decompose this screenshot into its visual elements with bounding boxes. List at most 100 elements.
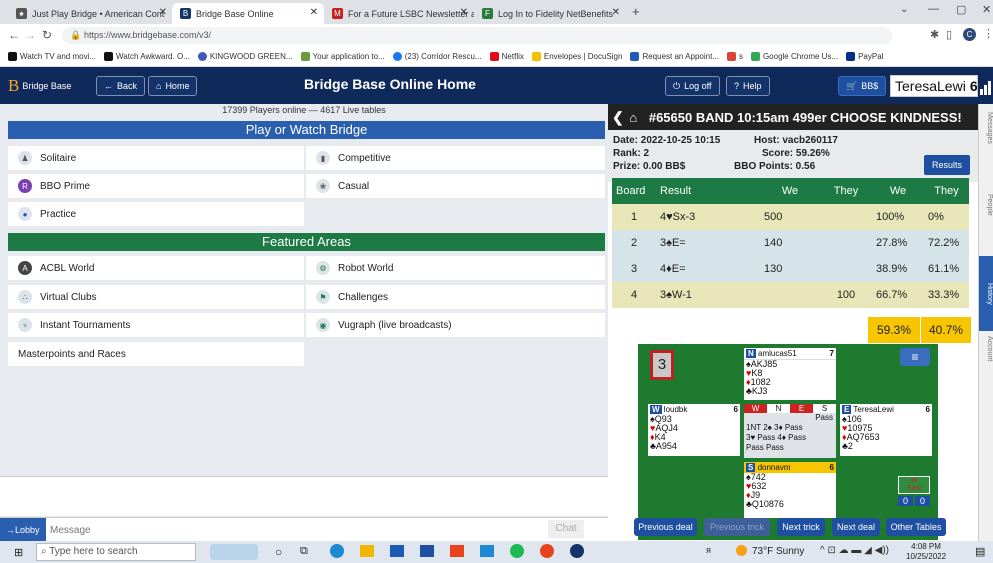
acbl-world-item[interactable]: A ACBL World	[8, 256, 304, 280]
people-tab[interactable]: People	[979, 194, 993, 254]
featured-section-header: Featured Areas	[8, 233, 605, 251]
widgets-image[interactable]	[210, 544, 258, 560]
virtual-clubs-item[interactable]: ∴ Virtual Clubs	[8, 285, 304, 309]
file-explorer-icon[interactable]	[360, 545, 374, 557]
search-icon: ⌕	[41, 546, 47, 557]
message-input[interactable]	[50, 521, 540, 539]
back-arrow-icon[interactable]: ←	[8, 28, 20, 42]
solitaire-item[interactable]: ♟ Solitaire	[8, 146, 304, 170]
reload-icon[interactable]: ↻	[42, 28, 52, 42]
store-icon[interactable]	[420, 545, 434, 557]
table-row-selected[interactable]: 3 4♦E= 130 38.9% 61.1%	[612, 256, 969, 282]
browser-tab-active[interactable]: B Bridge Base Online ✕	[172, 3, 324, 24]
new-tab-icon[interactable]: +	[632, 4, 640, 19]
bookmark[interactable]: KINGWOOD GREEN...	[197, 52, 293, 61]
account-tab[interactable]: Account	[979, 336, 993, 401]
home-button[interactable]: ⌂ Home	[148, 76, 198, 96]
history-tab[interactable]: History	[979, 256, 993, 331]
page-title: Bridge Base Online Home	[304, 76, 476, 92]
table-row[interactable]: 4 3♠W-1 100 66.7% 33.3%	[612, 282, 969, 308]
bbo-taskbar-icon[interactable]	[570, 544, 584, 558]
tournament-title: #65650 BAND 10:15am 499er CHOOSE KINDNES…	[648, 110, 962, 125]
browser-tab-bar: ♠ Just Play Bridge • American Cont ✕ B Br…	[0, 0, 993, 24]
close-tab-icon[interactable]: ✕	[460, 7, 468, 18]
masterpoints-item[interactable]: Masterpoints and Races	[8, 342, 304, 366]
next-deal-button[interactable]: Next deal	[832, 518, 880, 536]
message-bar: →Lobby Chat	[0, 517, 608, 542]
practice-icon: ●	[18, 207, 32, 221]
close-tab-icon[interactable]: ✕	[612, 7, 620, 18]
challenges-item[interactable]: ⚑ Challenges	[306, 285, 605, 309]
edge-icon[interactable]	[330, 544, 344, 558]
bidding-box: W N E S Pass 1NT 2♠ 3♦ Pass 3♥ Pass 4♦ P…	[744, 404, 836, 458]
clock[interactable]: 4:08 PM 10/25/2022	[906, 542, 946, 562]
close-window-icon[interactable]: ✕	[982, 3, 991, 16]
office-icon[interactable]	[450, 545, 464, 557]
previous-deal-button[interactable]: Previous deal	[634, 518, 697, 536]
vugraph-item[interactable]: ◉ Vugraph (live broadcasts)	[306, 313, 605, 337]
bookmark[interactable]: Watch Awkward. O...	[104, 52, 190, 61]
bbs-button[interactable]: 🛒 BB$	[838, 76, 887, 96]
competitive-item[interactable]: ▮ Competitive	[306, 146, 605, 170]
browser-tab[interactable]: ♠ Just Play Bridge • American Cont ✕	[8, 3, 173, 24]
forward-arrow-icon[interactable]: →	[24, 28, 36, 42]
previous-trick-button[interactable]: Previous trick	[704, 518, 770, 536]
robot-world-item[interactable]: ⚙ Robot World	[306, 256, 605, 280]
chrome-icon[interactable]	[540, 544, 554, 558]
bookmark[interactable]: PayPal	[846, 52, 883, 61]
extensions-icon[interactable]: ✱	[930, 28, 939, 41]
other-tables-button[interactable]: Other Tables	[886, 518, 946, 536]
sidepanel-icon[interactable]: ▯	[946, 28, 952, 41]
instant-tournaments-item[interactable]: ♆ Instant Tournaments	[8, 313, 304, 337]
bookmark[interactable]: Watch TV and movi...	[8, 52, 96, 61]
minimize-icon[interactable]: —	[928, 3, 939, 15]
people-icon[interactable]: ᴙ	[706, 545, 711, 555]
bookmark[interactable]: s	[726, 52, 743, 61]
messages-tab[interactable]: Messages	[979, 112, 993, 192]
tab-list-icon[interactable]: ⌄	[900, 4, 908, 15]
bbo-logo[interactable]: B Bridge Base	[8, 75, 88, 97]
spotify-icon[interactable]	[510, 544, 524, 558]
back-button[interactable]: ← Back	[96, 76, 146, 96]
bookmark[interactable]: Your application to...	[300, 52, 385, 61]
practice-item[interactable]: ● Practice	[8, 202, 304, 226]
close-tab-icon[interactable]: ✕	[310, 7, 318, 18]
bbo-prime-item[interactable]: R BBO Prime	[8, 174, 304, 198]
notifications-icon[interactable]: ▤	[975, 545, 985, 558]
url-input[interactable]: 🔒 https://www.bridgebase.com/v3/	[62, 27, 892, 44]
maximize-icon[interactable]: ▢	[956, 3, 966, 16]
tournament-panel: ❮ ⌂ #65650 BAND 10:15am 499er CHOOSE KIN…	[608, 104, 978, 541]
browser-tab[interactable]: M For a Future LSBC Newsletter and ✕	[324, 3, 474, 24]
cortana-icon[interactable]: ○	[275, 545, 282, 559]
bookmark[interactable]: (23) Corridor Rescu...	[392, 52, 482, 61]
profile-avatar[interactable]: C	[963, 28, 976, 41]
lobby-tab[interactable]: →Lobby	[0, 518, 46, 542]
help-button[interactable]: ? Help	[726, 76, 770, 96]
windows-start-icon[interactable]: ⊞	[14, 546, 23, 559]
bookmark[interactable]: Google Chrome Us...	[750, 52, 838, 61]
chat-button[interactable]: Chat	[548, 520, 584, 538]
menu-icon[interactable]: ≡	[900, 348, 930, 366]
bookmark[interactable]: Netflix	[489, 52, 524, 61]
bookmark[interactable]: Request an Appoint...	[630, 52, 719, 61]
tray-icons[interactable]: ^ ⊡ ☁ ▬ ◢ ◀))	[820, 545, 889, 556]
mail-icon[interactable]	[390, 545, 404, 557]
task-view-icon[interactable]: ⧉	[300, 545, 308, 558]
browser-tab[interactable]: F Log In to Fidelity NetBenefits ✕	[474, 3, 626, 24]
logoff-button[interactable]: ⏻ Log off	[665, 76, 720, 96]
bbo-icon: B	[180, 8, 191, 19]
taskbar-search[interactable]: ⌕ Type here to search	[36, 543, 196, 561]
table-row[interactable]: 1 4♥Sx-3 500 100% 0%	[612, 204, 969, 230]
results-button[interactable]: Results	[924, 155, 970, 175]
photos-icon[interactable]	[480, 545, 494, 557]
menu-dots-icon[interactable]: ⋮	[983, 27, 993, 40]
casual-item[interactable]: ❀ Casual	[306, 174, 605, 198]
back-chevron-icon[interactable]: ❮	[612, 109, 624, 125]
user-badge[interactable]: TeresaLewi 6	[890, 75, 978, 97]
next-trick-button[interactable]: Next trick	[777, 518, 825, 536]
bookmark[interactable]: Envelopes | DocuSign	[531, 52, 622, 61]
weather-text[interactable]: 73°F Sunny	[752, 546, 804, 557]
home-icon[interactable]: ⌂	[629, 110, 637, 125]
table-row[interactable]: 2 3♠E= 140 27.8% 72.2%	[612, 230, 969, 256]
close-tab-icon[interactable]: ✕	[159, 7, 167, 18]
